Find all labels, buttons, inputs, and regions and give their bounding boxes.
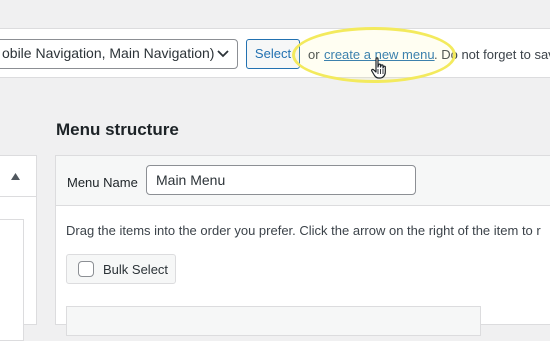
add-menu-items-panel — [0, 155, 37, 341]
menu-name-row: Menu Name — [56, 156, 550, 206]
menu-item[interactable] — [66, 306, 481, 336]
accordion-header[interactable] — [0, 156, 36, 197]
menu-name-label: Menu Name — [67, 175, 138, 190]
drag-instructions: Drag the items into the order you prefer… — [66, 223, 541, 238]
hand-cursor-icon — [371, 57, 386, 79]
chevron-down-icon — [217, 50, 229, 58]
menu-select-dropdown[interactable]: obile Navigation, Main Navigation) — [0, 39, 238, 69]
collapse-arrow-icon[interactable] — [11, 173, 20, 180]
manage-menus-bar: obile Navigation, Main Navigation) Selec… — [0, 28, 550, 78]
accordion-content — [0, 219, 24, 341]
bulk-select-button[interactable]: Bulk Select — [66, 254, 176, 284]
bulk-select-checkbox[interactable] — [78, 261, 94, 277]
top-strip — [0, 0, 550, 28]
menu-structure-panel: Menu Name Drag the items into the order … — [55, 155, 550, 336]
section-title: Menu structure — [56, 120, 179, 139]
bulk-select-label: Bulk Select — [103, 262, 169, 277]
menu-name-input[interactable] — [146, 165, 416, 195]
menu-select-value: obile Navigation, Main Navigation) — [2, 45, 215, 61]
